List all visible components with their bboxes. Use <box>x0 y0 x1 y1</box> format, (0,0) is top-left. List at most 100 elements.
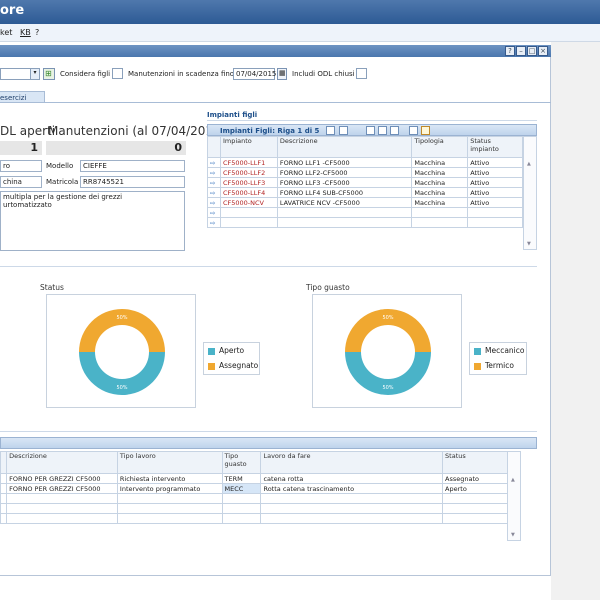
cell-tipo_lavoro: Richiesta intervento <box>116 473 223 484</box>
maximize-button[interactable]: □ <box>527 46 537 56</box>
col-tipo-guasto[interactable]: Tipo guasto <box>221 451 262 474</box>
legend-label-meccanico: Meccanico <box>485 346 525 355</box>
considera-figli-label: Considera figli <box>60 70 111 78</box>
col-descrizione[interactable]: Descrizione <box>276 136 413 158</box>
considera-figli-checkbox[interactable] <box>112 68 123 79</box>
desktop-background <box>551 42 600 600</box>
col-status-impianto[interactable]: Status impianto <box>467 136 523 158</box>
table-row[interactable] <box>0 503 520 514</box>
col-impianto[interactable]: Impianto <box>219 136 278 158</box>
cell-descrizione: FORNO LLF2-CF5000 <box>276 167 413 178</box>
status-chart-title: Status <box>40 283 64 292</box>
modello-label: Modello <box>46 162 74 170</box>
legend-label-termico: Termico <box>485 361 514 370</box>
col-tipologia[interactable]: Tipologia <box>411 136 469 158</box>
legend-swatch-meccanico <box>474 348 481 355</box>
cell-descrizione: FORNO PER GREZZI CF5000 <box>6 473 118 484</box>
odl-grid-header <box>0 437 537 449</box>
help-button[interactable]: ? <box>505 46 515 56</box>
left-field-1: ro <box>0 160 42 172</box>
row-arrow-icon[interactable]: ⇨ <box>207 167 221 178</box>
cell-descrizione <box>276 217 413 228</box>
settings-icon[interactable] <box>421 126 430 135</box>
odl-scroll-down-icon[interactable]: ▼ <box>511 532 515 538</box>
row-arrow-icon[interactable]: ⇨ <box>207 207 221 218</box>
table-row[interactable] <box>0 513 520 524</box>
menu-item-kb[interactable]: KB <box>20 28 31 37</box>
status-chart-box: 50% 50% <box>46 294 196 408</box>
table-row[interactable]: FORNO PER GREZZI CF5000 Intervento progra… <box>0 483 520 494</box>
impianti-scrollbar[interactable]: ▲ ▼ <box>523 136 537 250</box>
cell-status: Attivo <box>467 157 523 168</box>
description-line-2: urtomatizzato <box>3 201 52 209</box>
cell-tipologia: Macchina <box>411 187 469 198</box>
search-green-button[interactable]: ⊞ <box>43 68 55 80</box>
col-lavoro-da-fare[interactable]: Lavoro da fare <box>260 451 444 474</box>
row-arrow-icon[interactable]: ⇨ <box>207 217 221 228</box>
group-icon[interactable] <box>339 126 348 135</box>
odl-table: Descrizione Tipo lavoro Tipo guasto Lavo… <box>0 451 520 524</box>
scroll-down-icon[interactable]: ▼ <box>527 241 531 247</box>
date-input[interactable]: 07/04/2015 <box>233 68 276 80</box>
cell-impianto: CF5000-LLF2 <box>219 167 278 178</box>
pie-data-label: 50% <box>382 315 393 321</box>
cell-lavoro <box>260 513 444 524</box>
table-row[interactable]: ⇨ <box>207 207 523 218</box>
table-row[interactable]: FORNO PER GREZZI CF5000 Richiesta interve… <box>0 473 520 484</box>
cell-status <box>467 207 523 218</box>
matricola-value: RR8745521 <box>80 176 185 188</box>
table-row[interactable]: ⇨ CF5000-LLF4 FORNO LLF4 SUB-CF5000 Macchin… <box>207 187 523 198</box>
table-row[interactable]: ⇨ CF5000-NCV LAVATRICE NCV -CF5000 Macchina… <box>207 197 523 208</box>
pie-data-label: 50% <box>116 385 127 391</box>
modello-value: CIEFFE <box>80 160 185 172</box>
cell-descrizione: LAVATRICE NCV -CF5000 <box>276 197 413 208</box>
col-tipo-lavoro[interactable]: Tipo lavoro <box>116 451 223 474</box>
row-arrow-icon[interactable]: ⇨ <box>207 187 221 198</box>
cell-status: Attivo <box>467 177 523 188</box>
minimize-button[interactable]: – <box>516 46 526 56</box>
cell-impianto: CF5000-LLF3 <box>219 177 278 188</box>
manutenzioni-label: Manutenzioni in scadenza fino a <box>128 70 241 78</box>
pie-data-label: 50% <box>382 385 393 391</box>
cell-lavoro <box>260 503 444 514</box>
calendar-button[interactable]: ▦ <box>277 68 287 80</box>
includi-odl-checkbox[interactable] <box>356 68 367 79</box>
cell-tipo_guasto: MECC <box>221 483 262 494</box>
columns-icon[interactable] <box>378 126 387 135</box>
odl-aperti-title: DL aperti <box>0 124 56 138</box>
cell-lavoro: Rotta catena trascinamento <box>260 483 444 494</box>
table-row[interactable]: ⇨ CF5000-LLF2 FORNO LLF2-CF5000 Macchina Att… <box>207 167 523 178</box>
cell-tipo_guasto: TERM <box>221 473 262 484</box>
cell-tipo_lavoro <box>116 493 223 504</box>
plant-select[interactable]: ▾ <box>0 68 40 80</box>
table-row[interactable] <box>0 493 520 504</box>
rows-icon[interactable] <box>390 126 399 135</box>
row-arrow-icon[interactable]: ⇨ <box>207 157 221 168</box>
row-arrow-icon[interactable]: ⇨ <box>207 197 221 208</box>
filter-icon[interactable] <box>326 126 335 135</box>
app-title: ore <box>0 3 25 18</box>
cell-tipologia: Macchina <box>411 157 469 168</box>
odl-scrollbar[interactable]: ▲ ▼ <box>507 451 521 541</box>
table-row[interactable]: ⇨ CF5000-LLF3 FORNO LLF3 -CF5000 Macchina At… <box>207 177 523 188</box>
odl-scroll-up-icon[interactable]: ▲ <box>511 477 515 483</box>
menu-item-ket[interactable]: ket <box>0 28 12 37</box>
impianti-table: Impianto Descrizione Tipologia Status im… <box>207 136 523 228</box>
table-row[interactable]: ⇨ CF5000-LLF1 FORNO LLF1 -CF5000 Macchina At… <box>207 157 523 168</box>
row-arrow-icon[interactable]: ⇨ <box>207 177 221 188</box>
search-icon: ⊞ <box>45 69 52 78</box>
legend-swatch-termico <box>474 363 481 370</box>
description-box: multipla per la gestione dei grezzi urto… <box>0 191 185 251</box>
cell-descrizione: FORNO LLF4 SUB-CF5000 <box>276 187 413 198</box>
export-icon[interactable] <box>366 126 375 135</box>
cell-descrizione: FORNO PER GREZZI CF5000 <box>6 483 118 494</box>
cell-tipo_lavoro <box>116 513 223 524</box>
menu-item-help[interactable]: ? <box>35 28 39 37</box>
matricola-label: Matricola <box>46 178 79 186</box>
close-button[interactable]: × <box>538 46 548 56</box>
table-row[interactable]: ⇨ <box>207 217 523 228</box>
col-odl-descrizione[interactable]: Descrizione <box>6 451 118 474</box>
print-icon[interactable] <box>409 126 418 135</box>
legend-swatch-aperto <box>208 348 215 355</box>
scroll-up-icon[interactable]: ▲ <box>527 161 531 167</box>
